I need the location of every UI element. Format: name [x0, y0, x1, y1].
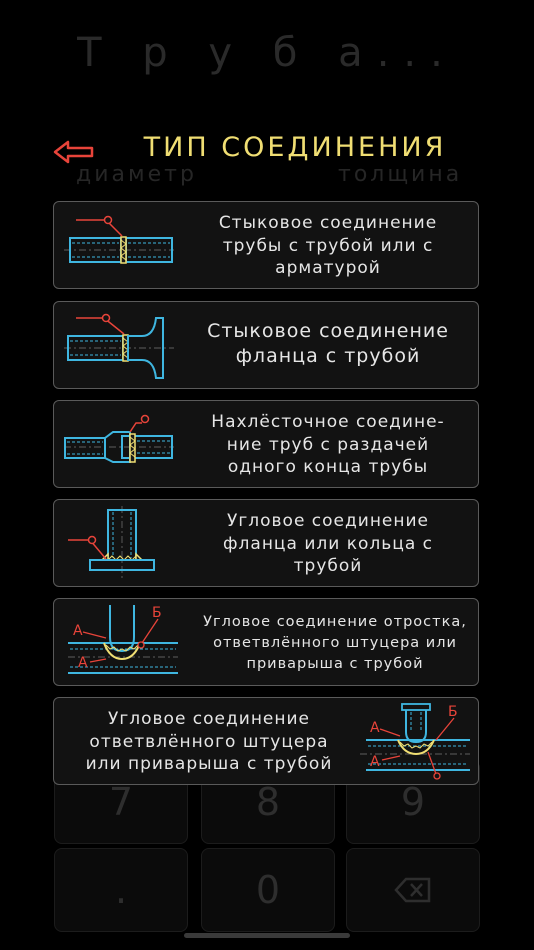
backspace-icon — [394, 877, 431, 903]
weld-mark-a-label: А — [370, 720, 380, 736]
keypad-key-dot: . — [54, 848, 188, 932]
connection-type-flange-ring-fillet[interactable]: Угловое соединение фланца или кольца с т… — [53, 499, 479, 587]
connection-type-label: Нахлёсточное соедине- ние труб с раздаче… — [211, 412, 445, 477]
weld-mark-a2-label: А — [78, 655, 88, 671]
flange-butt-weld-icon — [64, 313, 174, 379]
fillet-weld-flange-icon — [68, 506, 155, 580]
connection-type-branch-saddle-fillet[interactable]: Угловое соединение ответвлённого штуцера… — [53, 697, 479, 785]
connection-type-label: Угловое соединение фланца или кольца с т… — [223, 511, 433, 576]
connection-type-pipe-to-pipe-butt[interactable]: Стыковое соединение трубы с трубой или с… — [53, 201, 479, 289]
weld-mark-b-label: Б — [448, 704, 458, 720]
connection-type-flange-to-pipe-butt[interactable]: Стыковое соединение фланца с трубой — [53, 301, 479, 389]
keypad-key-0: 0 — [201, 848, 335, 932]
keypad-key-delete — [346, 848, 480, 932]
back-arrow-icon[interactable] — [52, 138, 96, 166]
connection-type-lap-joint-expanded[interactable]: Нахлёсточное соедине- ние труб с раздаче… — [53, 400, 479, 488]
weld-mark-a-label: А — [73, 623, 83, 639]
lap-weld-pipe-icon — [64, 414, 174, 463]
connection-type-label: Угловое соединение ответвлённого штуцера… — [85, 709, 333, 774]
butt-weld-pipe-icon — [64, 215, 174, 264]
connection-type-label: Стыковое соединение фланца с трубой — [207, 320, 449, 367]
saddle-weld-icon: А А Б — [360, 703, 470, 780]
weld-mark-a2-label: А — [370, 754, 380, 770]
connection-type-label: Стыковое соединение трубы с трубой или с… — [218, 213, 438, 278]
background-title: Т р у б а... — [77, 30, 457, 76]
branch-weld-icon: А А Б — [68, 605, 178, 674]
home-indicator — [184, 933, 350, 938]
connection-type-label: Угловое соединение отростка, ответвлённо… — [203, 614, 467, 672]
background-thickness-label: толщина — [338, 162, 463, 187]
connection-type-title: ТИП СОЕДИНЕНИЯ — [143, 132, 447, 163]
connection-type-branch-fitting-fillet[interactable]: А А Б Угловое соединение отростка, ответ… — [53, 598, 479, 686]
weld-mark-b-label: Б — [152, 605, 162, 621]
